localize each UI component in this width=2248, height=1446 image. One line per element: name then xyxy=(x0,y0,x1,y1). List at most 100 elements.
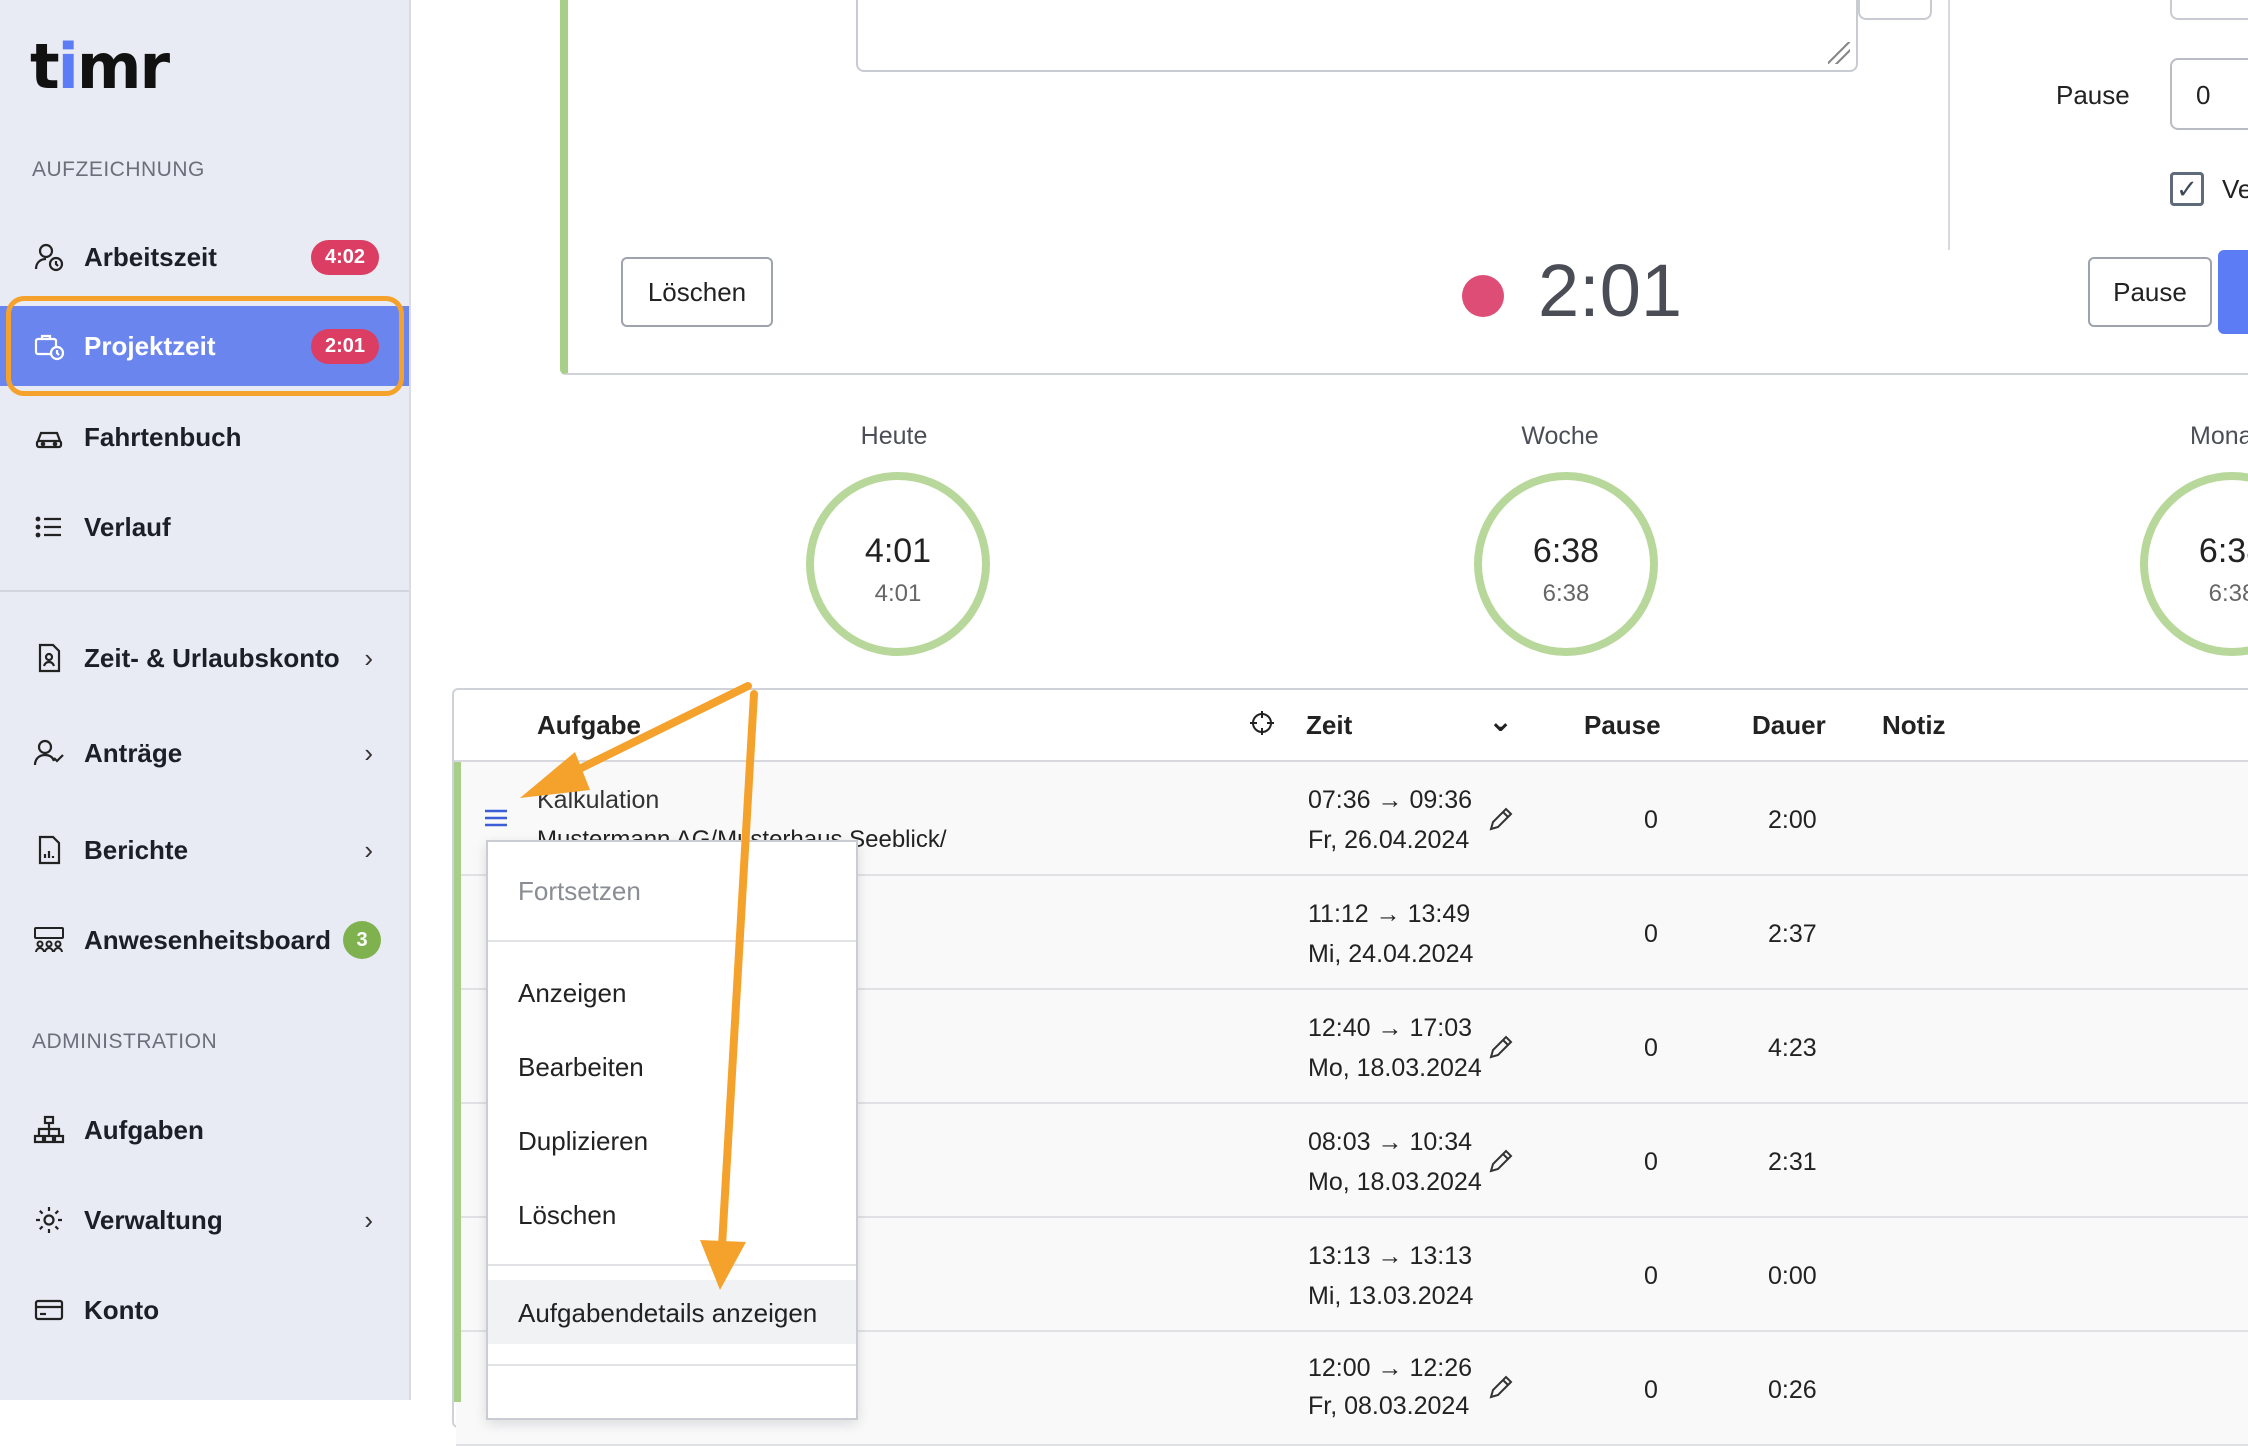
sidebar-item-zeitkonto[interactable]: Zeit- & Urlaubskonto › xyxy=(0,618,409,698)
report-icon xyxy=(32,833,66,867)
time-range: 12:40 → 17:03 xyxy=(1308,1014,1473,1042)
column-header-notiz[interactable]: Notiz xyxy=(1882,710,1946,741)
time-range: 12:00 → 12:26 xyxy=(1308,1354,1473,1382)
anwesenheit-badge: 3 xyxy=(343,921,381,959)
top-right-field[interactable] xyxy=(2170,0,2248,20)
duration-value: 0:26 xyxy=(1768,1376,1817,1404)
duration-value: 2:37 xyxy=(1768,920,1817,948)
pencil-icon[interactable] xyxy=(1486,1032,1516,1069)
section-label-administration: ADMINISTRATION xyxy=(32,1030,218,1053)
sidebar-divider xyxy=(0,590,409,592)
briefcase-clock-icon xyxy=(32,329,66,363)
hierarchy-icon xyxy=(32,1113,66,1147)
checkbox[interactable]: ✓ xyxy=(2170,172,2204,206)
summary-value: 6:38 xyxy=(1532,532,1600,570)
menu-item-aufgabendetails[interactable]: Aufgabendetails anzeigen xyxy=(488,1280,856,1344)
credit-card-icon xyxy=(32,1293,66,1327)
checkbox-label: Ve xyxy=(2222,174,2248,204)
pause-input[interactable]: 0 xyxy=(2170,58,2248,130)
recording-dot-icon xyxy=(1462,275,1504,317)
pause-value: 0 xyxy=(1644,1376,1658,1404)
top-field[interactable] xyxy=(1858,0,1932,20)
duration-value: 2:31 xyxy=(1768,1148,1817,1176)
entry-date: Mo, 18.03.2024 xyxy=(1308,1054,1482,1082)
recording-timer: 2:01 xyxy=(1538,249,1683,332)
stop-button[interactable] xyxy=(2218,250,2248,334)
sidebar-item-antraege[interactable]: Anträge › xyxy=(0,713,409,793)
people-board-icon xyxy=(32,923,66,957)
projektzeit-badge: 2:01 xyxy=(310,328,379,364)
summary-value: 6:38 xyxy=(2198,532,2248,570)
pause-value: 0 xyxy=(1644,1148,1658,1176)
entry-date: Mi, 13.03.2024 xyxy=(1308,1282,1474,1310)
sidebar-item-verlauf[interactable]: Verlauf xyxy=(0,487,409,567)
summary-ring-monat: 6:38 6:38 xyxy=(2140,472,2248,656)
resize-grip-icon[interactable] xyxy=(1828,42,1850,64)
summary-label-woche: Woche xyxy=(1521,422,1599,450)
duration-value: 2:00 xyxy=(1768,806,1817,834)
menu-separator xyxy=(488,1364,856,1366)
summary-sub: 4:01 xyxy=(874,580,922,607)
row-accent-bar xyxy=(454,762,461,1402)
task-name[interactable]: Kalkulation xyxy=(537,786,659,815)
sort-chevron-down-icon[interactable]: ⌄ xyxy=(1488,704,1513,739)
pencil-icon[interactable] xyxy=(1486,1146,1516,1183)
summary-ring-woche: 6:38 6:38 xyxy=(1474,472,1658,656)
sidebar-item-projektzeit[interactable]: Projektzeit 2:01 xyxy=(0,306,409,386)
pause-value: 0 xyxy=(1644,1034,1658,1062)
pause-value: 0 xyxy=(1644,920,1658,948)
menu-item-loeschen[interactable]: Löschen xyxy=(488,1200,856,1231)
menu-item-duplizieren[interactable]: Duplizieren xyxy=(488,1126,856,1157)
summary-value: 4:01 xyxy=(864,532,932,570)
sidebar-item-verwaltung[interactable]: Verwaltung › xyxy=(0,1180,409,1260)
section-label-aufzeichnung: AUFZEICHNUNG xyxy=(32,158,205,181)
pause-button[interactable]: Pause xyxy=(2088,257,2212,327)
row-menu-icon[interactable] xyxy=(482,804,510,837)
time-range: 08:03 → 10:34 xyxy=(1308,1128,1473,1156)
note-textarea[interactable] xyxy=(856,0,1858,72)
column-header-aufgabe[interactable]: Aufgabe xyxy=(537,710,641,741)
menu-item-bearbeiten[interactable]: Bearbeiten xyxy=(488,1052,856,1083)
sidebar-item-berichte[interactable]: Berichte › xyxy=(0,810,409,890)
document-user-icon xyxy=(32,641,66,675)
list-icon xyxy=(32,510,66,544)
time-range: 11:12 → 13:49 xyxy=(1308,900,1471,928)
gear-icon xyxy=(32,1203,66,1237)
menu-separator xyxy=(488,940,856,942)
summary-sub: 6:38 xyxy=(2208,580,2248,607)
car-icon xyxy=(32,420,66,454)
delete-button[interactable]: Löschen xyxy=(621,257,773,327)
pause-value: 0 xyxy=(1644,806,1658,834)
menu-separator xyxy=(488,1264,856,1266)
entry-date: Fr, 26.04.2024 xyxy=(1308,826,1470,854)
entry-date: Mo, 18.03.2024 xyxy=(1308,1168,1482,1196)
column-header-dauer[interactable]: Dauer xyxy=(1752,710,1826,741)
time-range: 13:13 → 13:13 xyxy=(1308,1242,1473,1270)
entry-date: Mi, 24.04.2024 xyxy=(1308,940,1474,968)
chevron-right-icon: › xyxy=(364,834,373,865)
sidebar-item-konto[interactable]: Konto xyxy=(0,1270,409,1350)
arbeitszeit-badge: 4:02 xyxy=(310,239,379,275)
pencil-icon[interactable] xyxy=(1486,804,1516,841)
timr-logo[interactable]: timr xyxy=(30,30,170,103)
user-check-icon xyxy=(32,736,66,770)
summary-sub: 6:38 xyxy=(1542,580,1590,607)
chevron-right-icon: › xyxy=(364,1204,373,1235)
summary-label-heute: Heute xyxy=(860,422,928,450)
pause-value: 0 xyxy=(1644,1262,1658,1290)
column-header-pause[interactable]: Pause xyxy=(1584,710,1661,741)
user-clock-icon xyxy=(32,240,66,274)
sidebar-item-aufgaben[interactable]: Aufgaben xyxy=(0,1090,409,1170)
sidebar-item-fahrtenbuch[interactable]: Fahrtenbuch xyxy=(0,397,409,477)
column-header-zeit[interactable]: Zeit xyxy=(1306,710,1352,741)
chevron-right-icon: › xyxy=(364,642,373,673)
time-range: 07:36 → 09:36 xyxy=(1308,786,1473,814)
pencil-icon[interactable] xyxy=(1486,1372,1516,1409)
recorder-divider xyxy=(1948,0,1950,250)
crosshair-icon[interactable] xyxy=(1248,709,1276,742)
menu-item-anzeigen[interactable]: Anzeigen xyxy=(488,978,856,1009)
entry-date: Fr, 08.03.2024 xyxy=(1308,1392,1470,1420)
menu-item-fortsetzen[interactable]: Fortsetzen xyxy=(488,876,856,907)
sidebar-item-anwesenheitsboard[interactable]: Anwesenheitsboard 3 xyxy=(0,900,409,980)
sidebar-item-arbeitszeit[interactable]: Arbeitszeit 4:02 xyxy=(0,217,409,297)
